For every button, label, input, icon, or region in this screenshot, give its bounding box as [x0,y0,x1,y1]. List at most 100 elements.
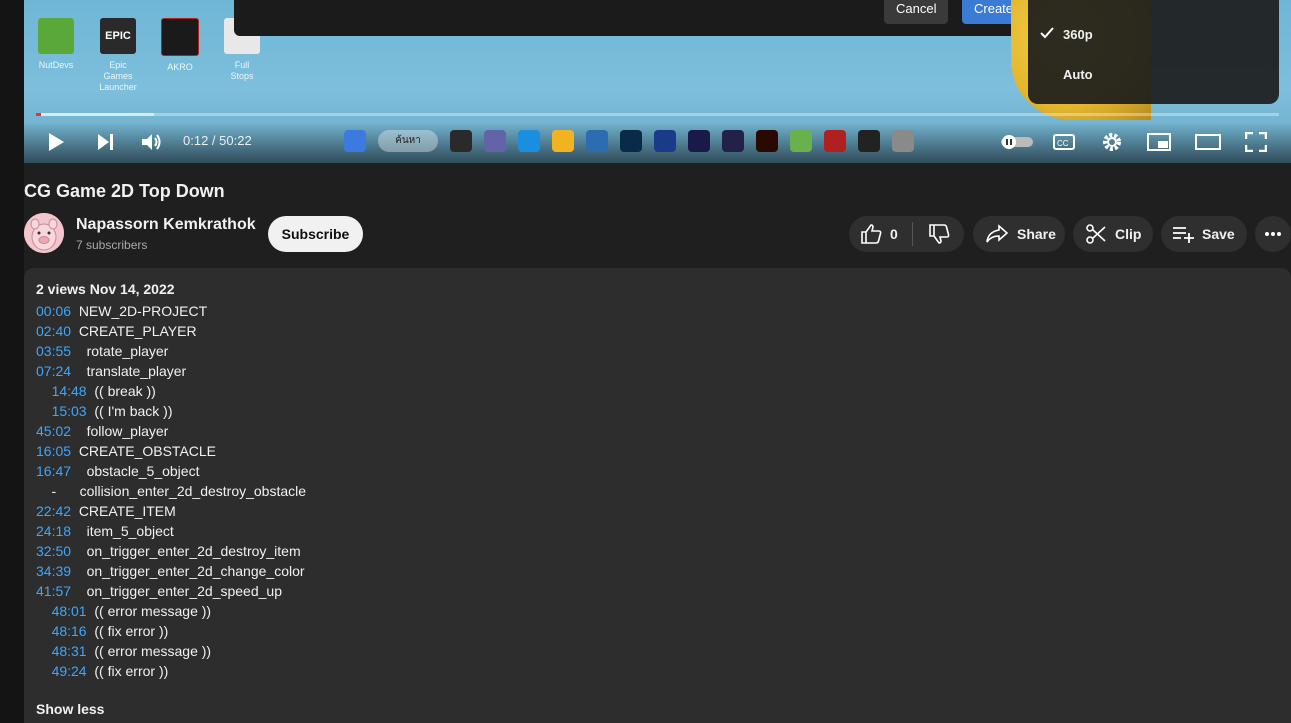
chapter-indent [36,623,52,639]
chapter-title: (( fix error )) [86,623,169,639]
taskbar-app-icon [620,130,642,152]
chapter-timestamp-link[interactable]: 41:57 [36,583,71,599]
chapter-item: 32:50 on_trigger_enter_2d_destroy_item [36,541,306,561]
subtitles-button[interactable]: CC [1050,130,1078,154]
chapter-timestamp-link[interactable]: 16:05 [36,443,71,459]
chapter-title: item_5_object [71,523,174,539]
chapter-title: obstacle_5_object [71,463,200,479]
chapter-title: (( error message )) [86,603,212,619]
windows-start-icon [344,130,366,152]
chapter-title: (( I'm back )) [86,403,173,419]
current-time: 0:12 [183,133,209,148]
chapter-indent [36,663,52,679]
volume-button[interactable] [138,130,166,154]
pig-avatar-icon [24,213,64,253]
progress-bar[interactable] [36,113,1279,116]
chapter-item: 16:47 obstacle_5_object [36,461,306,481]
page-left-edge [0,0,24,723]
save-button[interactable]: Save [1161,216,1247,252]
chapter-title: NEW_2D-PROJECT [71,303,208,319]
show-less-button[interactable]: Show less [36,701,104,717]
channel-name[interactable]: Napassorn Kemkrathok [76,216,256,234]
chapter-title: CREATE_OBSTACLE [71,443,217,459]
chapter-item: 14:48 (( break )) [36,381,306,401]
like-dislike-group: 0 [849,216,964,252]
taskbar-app-icon [586,130,608,152]
taskbar-app-icon [790,130,812,152]
volume-icon [142,134,161,150]
chapter-item: 49:24 (( fix error )) [36,661,306,681]
chapter-timestamp-link[interactable]: 49:24 [52,663,87,679]
dislike-button[interactable] [913,216,964,252]
chapter-item: 34:39 on_trigger_enter_2d_change_color [36,561,306,581]
chapter-indent [36,603,52,619]
view-count-date: 2 views Nov 14, 2022 [36,281,175,297]
chapter-timestamp-link[interactable]: 34:39 [36,563,71,579]
desktop-icon: AKRO [160,18,200,73]
play-button[interactable] [42,130,70,154]
chapter-timestamp-link[interactable]: 22:42 [36,503,71,519]
next-button[interactable] [92,130,120,154]
chapter-item: 45:02 follow_player [36,421,306,441]
checkmark-icon [1040,27,1054,39]
gear-icon [1103,133,1121,151]
taskbar-app-icon [484,130,506,152]
chapter-timestamp-link[interactable]: 02:40 [36,323,71,339]
chapter-title: (( error message )) [86,643,212,659]
chapter-list: 00:06 NEW_2D-PROJECT 02:40 CREATE_PLAYER 0… [36,301,306,681]
chapter-timestamp-link[interactable]: 48:31 [52,643,87,659]
playlist-add-icon [1173,227,1194,243]
chapter-title: on_trigger_enter_2d_change_color [71,563,305,579]
save-label: Save [1202,226,1235,242]
subscribe-button[interactable]: Subscribe [268,216,363,252]
quality-option-label: 360p [1063,27,1093,42]
thumbs-down-icon [928,224,950,244]
chapter-title: collision_enter_2d_destroy_obstacle [79,483,307,499]
dialog-cancel-button[interactable]: Cancel [884,0,949,24]
quality-option-auto[interactable]: Auto [1028,59,1279,89]
fullscreen-button[interactable] [1242,130,1270,154]
closed-captions-icon: CC [1053,134,1075,150]
taskbar-search: ค้นหา [378,130,438,152]
chapter-title: (( break )) [86,383,156,399]
clip-button[interactable]: Clip [1073,216,1153,252]
quality-option-360p[interactable]: 360p [1028,19,1279,49]
epic-games-logo: EPIC [100,18,136,54]
chapter-title: on_trigger_enter_2d_destroy_item [71,543,301,559]
chapter-timestamp-link[interactable]: 32:50 [36,543,71,559]
chapter-timestamp-link[interactable]: 03:55 [36,343,71,359]
chapter-item: 48:31 (( error message )) [36,641,306,661]
taskbar-app-icon [654,130,676,152]
chapter-timestamp-link[interactable]: 24:18 [36,523,71,539]
share-button[interactable]: Share [973,216,1065,252]
thumbs-up-icon [861,224,882,244]
more-horizontal-icon [1265,232,1281,236]
channel-avatar[interactable] [24,213,64,253]
chapter-timestamp-link[interactable]: 16:47 [36,463,71,479]
chapter-title: (( fix error )) [86,663,169,679]
chapter-timestamp-link[interactable]: 15:03 [52,403,87,419]
like-button[interactable]: 0 [849,216,912,252]
chapter-timestamp-link[interactable]: 00:06 [36,303,71,319]
chapter-title: rotate_player [71,343,169,359]
miniplayer-button[interactable] [1145,130,1173,154]
chapter-timestamp-link[interactable]: 48:16 [52,623,87,639]
theater-mode-button[interactable] [1194,130,1222,154]
chapter-timestamp-link[interactable]: 07:24 [36,363,71,379]
chapter-item: 03:55 rotate_player [36,341,306,361]
settings-button[interactable] [1098,130,1126,154]
chapter-timestamp-link[interactable]: 14:48 [52,383,87,399]
chapter-title: CREATE_ITEM [71,503,176,519]
chapter-timestamp-link[interactable]: 48:01 [52,603,87,619]
taskbar-app-icon [756,130,778,152]
chapter-item: 00:06 NEW_2D-PROJECT [36,301,306,321]
taskbar-app-icon [450,130,472,152]
chapter-timestamp-link[interactable]: 45:02 [36,423,71,439]
share-arrow-icon [986,224,1009,243]
desktop-icon-label: NutDevs [38,60,74,70]
chapter-item: 41:57 on_trigger_enter_2d_speed_up [36,581,306,601]
more-actions-button[interactable] [1255,216,1291,252]
chapter-item: 48:16 (( fix error )) [36,621,306,641]
autoplay-toggle[interactable] [999,130,1035,154]
quality-menu: 360p Auto [1028,0,1279,104]
